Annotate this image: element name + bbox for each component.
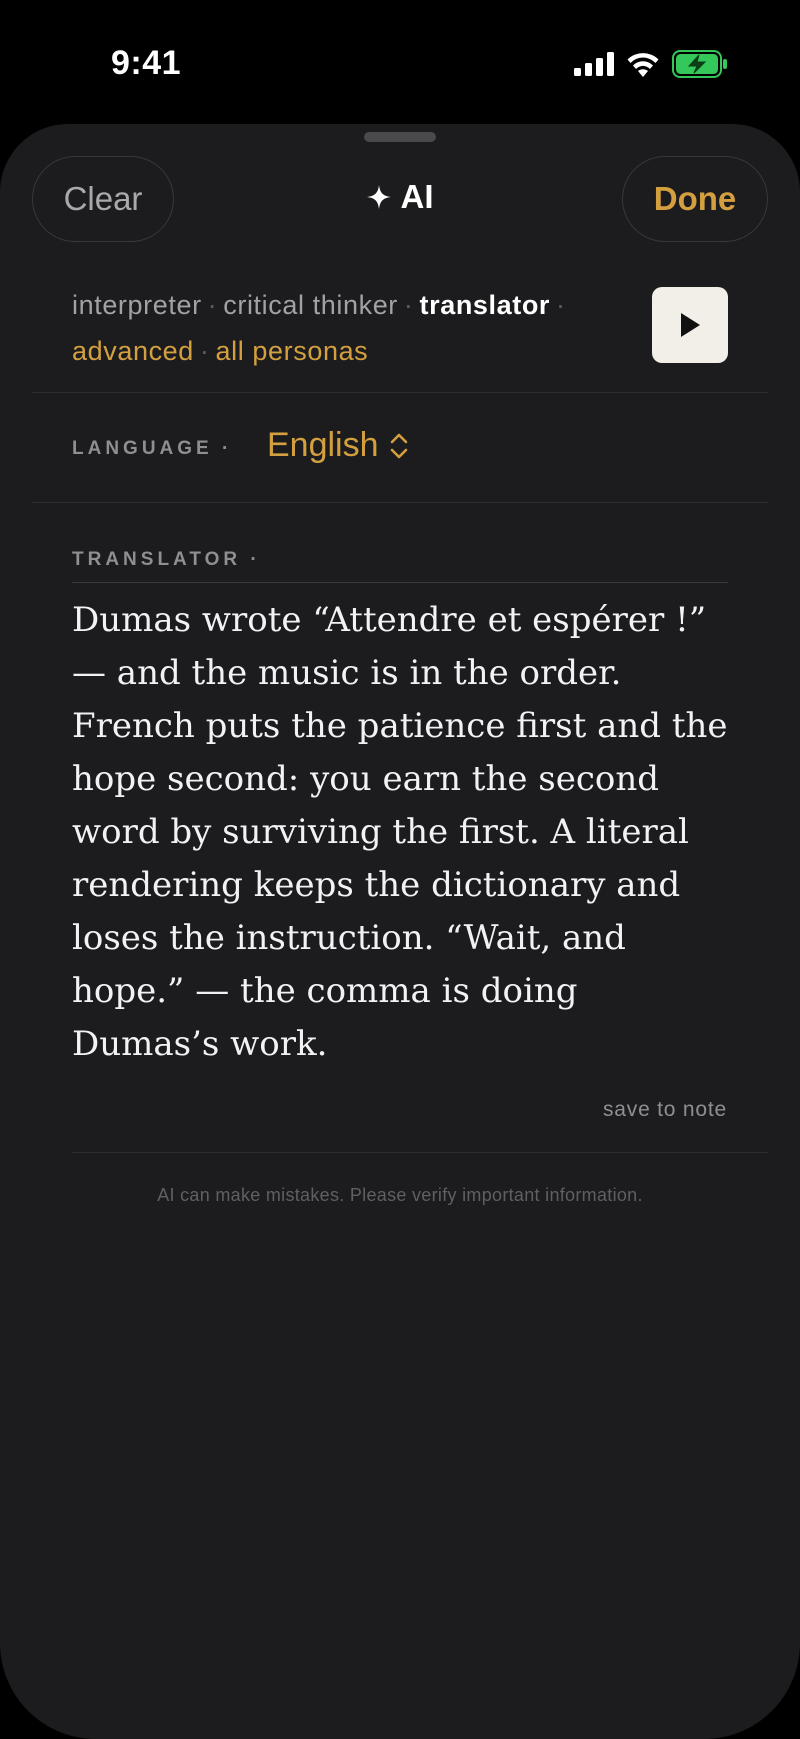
persona-separator: · bbox=[199, 336, 210, 366]
up-down-chevron-icon bbox=[390, 433, 407, 458]
language-select[interactable]: English bbox=[267, 426, 409, 465]
sparkle-icon bbox=[366, 185, 391, 209]
language-label: LANGUAGE · bbox=[72, 438, 233, 459]
status-icons bbox=[574, 50, 728, 78]
translation-text: Dumas wrote “Attendre et espérer !” — an… bbox=[72, 600, 728, 1064]
persona-interpreter[interactable]: interpreter bbox=[72, 290, 202, 320]
sheet-title-label: AI bbox=[400, 178, 434, 215]
persona-separator: · bbox=[207, 290, 218, 320]
play-icon bbox=[681, 313, 700, 337]
cellular-signal-icon bbox=[574, 52, 614, 76]
language-value: English bbox=[267, 426, 379, 464]
status-bar: 9:41 bbox=[0, 0, 800, 124]
save-to-note-button[interactable]: save to note bbox=[603, 1098, 727, 1122]
divider bbox=[32, 502, 768, 503]
wifi-icon bbox=[627, 53, 659, 77]
divider bbox=[72, 582, 728, 583]
persona-translator[interactable]: translator bbox=[420, 290, 551, 320]
divider bbox=[72, 1152, 768, 1153]
translator-section-label: TRANSLATOR · bbox=[72, 549, 261, 570]
persona-separator: · bbox=[403, 290, 414, 320]
battery-charging-icon bbox=[672, 50, 727, 78]
sheet-grabber[interactable] bbox=[364, 132, 436, 142]
advanced-link[interactable]: advanced bbox=[72, 336, 194, 366]
done-button[interactable]: Done bbox=[622, 156, 768, 242]
play-button[interactable] bbox=[652, 287, 728, 363]
all-personas-link[interactable]: all personas bbox=[216, 336, 369, 366]
ai-disclaimer: AI can make mistakes. Please verify impo… bbox=[157, 1185, 643, 1205]
persona-critical-thinker[interactable]: critical thinker bbox=[223, 290, 398, 320]
ai-sheet: Clear AI Done interpreter · critical think… bbox=[0, 124, 800, 1739]
divider bbox=[32, 392, 768, 393]
status-time: 9:41 bbox=[111, 44, 182, 82]
persona-separator: · bbox=[556, 290, 566, 320]
persona-selector: interpreter · critical thinker · translator ·… bbox=[72, 282, 632, 374]
